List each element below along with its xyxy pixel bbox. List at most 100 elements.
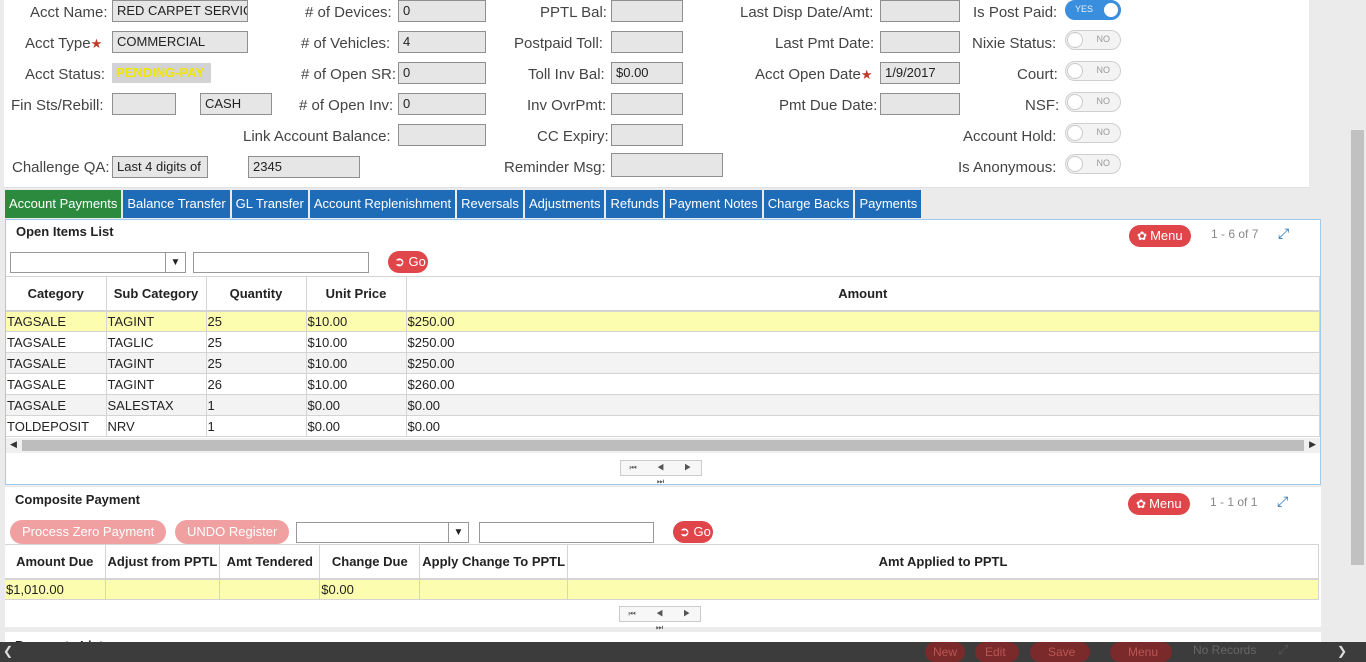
inv-ovrpmt-field[interactable] bbox=[611, 93, 683, 115]
column-header-category[interactable]: Category bbox=[6, 276, 107, 312]
is-anonymous-toggle[interactable]: NO bbox=[1065, 154, 1121, 174]
tab-balance-transfer[interactable]: Balance Transfer bbox=[123, 190, 230, 218]
cell-amt-applied-to-pptl bbox=[567, 578, 1319, 600]
nixie-status-toggle[interactable]: NO bbox=[1065, 30, 1121, 50]
tab-payment-notes[interactable]: Payment Notes bbox=[664, 190, 762, 218]
column-header-amount[interactable]: Amount bbox=[406, 276, 1320, 312]
scroll-left-icon[interactable]: ◀ bbox=[10, 439, 17, 450]
column-header-amt-tendered[interactable]: Amt Tendered bbox=[219, 544, 321, 580]
horizontal-scrollbar[interactable]: ◀ ▶ bbox=[6, 438, 1320, 453]
scrollbar-thumb[interactable] bbox=[1351, 130, 1364, 565]
composite-menu-button[interactable]: ✿ Menu bbox=[1128, 493, 1190, 515]
column-header-sub-category[interactable]: Sub Category bbox=[106, 276, 207, 312]
table-row[interactable]: TOLDEPOSIT NRV 1 $0.00 $0.00 bbox=[6, 415, 1320, 437]
process-zero-payment-button[interactable]: Process Zero Payment bbox=[10, 520, 167, 544]
challenge-answer-field[interactable]: 2345 bbox=[248, 156, 360, 178]
bottom-horizontal-scrollbar[interactable]: ❮ New Edit Save Menu No Records ⤢ ❯ bbox=[0, 642, 1366, 662]
table-row[interactable]: TAGSALE TAGINT 25 $10.00 $250.00 bbox=[6, 352, 1320, 374]
cell-category: TOLDEPOSIT bbox=[6, 415, 107, 437]
menu-label: Menu bbox=[1149, 496, 1182, 511]
open-items-filter-input[interactable] bbox=[193, 252, 369, 273]
postpaid-toll-field[interactable] bbox=[611, 31, 683, 53]
cell-unit-price: $0.00 bbox=[306, 394, 407, 416]
nsf-toggle[interactable]: NO bbox=[1065, 92, 1121, 112]
table-row[interactable]: TAGSALE TAGLIC 25 $10.00 $250.00 bbox=[6, 331, 1320, 353]
link-balance-field[interactable] bbox=[398, 124, 486, 146]
column-header-change-due[interactable]: Change Due bbox=[319, 544, 421, 580]
new-button[interactable]: New bbox=[925, 642, 965, 662]
open-items-menu-button[interactable]: ✿ Menu bbox=[1129, 225, 1191, 247]
tab-account-payments[interactable]: Account Payments bbox=[5, 190, 122, 218]
table-row[interactable]: $1,010.00 $0.00 bbox=[5, 578, 1319, 600]
rebill-field[interactable]: CASH bbox=[200, 93, 272, 115]
arrow-circle-icon: ➲ bbox=[679, 524, 690, 539]
scrollbar-thumb[interactable] bbox=[22, 440, 1304, 451]
court-label: Court: bbox=[1017, 66, 1058, 83]
edit-button[interactable]: Edit bbox=[975, 642, 1019, 662]
challenge-question-field[interactable]: Last 4 digits of bbox=[112, 156, 208, 178]
scroll-right-icon[interactable]: ▶ bbox=[1309, 439, 1316, 450]
tab-gl-transfer[interactable]: GL Transfer bbox=[231, 190, 308, 218]
pptl-bal-field[interactable] bbox=[611, 0, 683, 22]
tab-refunds[interactable]: Refunds bbox=[606, 190, 663, 218]
tab-payments[interactable]: Payments bbox=[855, 190, 922, 218]
last-pmt-field[interactable] bbox=[880, 31, 960, 53]
open-items-pager[interactable]: ⏮ ◀ ▶ ⏭ bbox=[620, 460, 702, 486]
toll-inv-bal-field[interactable]: $0.00 bbox=[611, 62, 683, 84]
table-row[interactable]: TAGSALE TAGINT 26 $10.00 $260.00 bbox=[6, 373, 1320, 395]
cell-apply-change-to-pptl[interactable] bbox=[419, 578, 569, 600]
payments-menu-button[interactable]: Menu bbox=[1110, 642, 1172, 662]
tab-reversals[interactable]: Reversals bbox=[457, 190, 523, 218]
expand-icon[interactable]: ⤢ bbox=[1278, 225, 1289, 242]
column-header-unit-price[interactable]: Unit Price bbox=[306, 276, 407, 312]
scroll-right-icon[interactable]: ❯ bbox=[1337, 644, 1347, 658]
tab-account-replenishment[interactable]: Account Replenishment bbox=[309, 190, 456, 218]
save-button[interactable]: Save bbox=[1030, 642, 1090, 662]
composite-filter-select[interactable]: ▼ bbox=[296, 522, 469, 543]
devices-field[interactable]: 0 bbox=[398, 0, 486, 22]
account-hold-toggle[interactable]: NO bbox=[1065, 123, 1121, 143]
toggle-text: YES bbox=[1075, 4, 1094, 14]
composite-filter-input[interactable] bbox=[479, 522, 654, 543]
composite-pager[interactable]: ⏮ ◀ ▶ ⏭ bbox=[619, 606, 701, 632]
open-sr-field[interactable]: 0 bbox=[398, 62, 486, 84]
open-items-filter-select[interactable]: ▼ bbox=[10, 252, 186, 273]
cell-change-due: $0.00 bbox=[319, 578, 421, 600]
column-header-quantity[interactable]: Quantity bbox=[206, 276, 307, 312]
open-inv-field[interactable]: 0 bbox=[398, 93, 486, 115]
vehicles-field[interactable]: 4 bbox=[398, 31, 486, 53]
is-post-paid-toggle[interactable]: YES bbox=[1065, 0, 1121, 20]
expand-icon[interactable]: ⤢ bbox=[1277, 493, 1288, 510]
tab-charge-backs[interactable]: Charge Backs bbox=[763, 190, 854, 218]
column-header-adjust-from-pptl[interactable]: Adjust from PPTL bbox=[105, 544, 221, 580]
fin-sts-field[interactable] bbox=[112, 93, 176, 115]
cell-amt-tendered[interactable] bbox=[219, 578, 321, 600]
composite-payment-title: Composite Payment bbox=[15, 492, 140, 507]
gear-icon: ✿ bbox=[1136, 497, 1147, 511]
pmt-due-date-field[interactable] bbox=[880, 93, 960, 115]
cell-unit-price: $10.00 bbox=[306, 352, 407, 374]
cc-expiry-field[interactable] bbox=[611, 124, 683, 146]
expand-icon[interactable]: ⤢ bbox=[1278, 642, 1288, 658]
vertical-scrollbar[interactable] bbox=[1349, 0, 1366, 642]
column-header-amt-applied-to-pptl[interactable]: Amt Applied to PPTL bbox=[567, 544, 1319, 580]
reminder-msg-textarea[interactable] bbox=[611, 153, 723, 177]
arrow-circle-icon: ➲ bbox=[394, 254, 405, 269]
acct-type-field[interactable]: COMMERCIAL bbox=[112, 31, 248, 53]
last-disp-field[interactable] bbox=[880, 0, 960, 22]
table-row[interactable]: TAGSALE SALESTAX 1 $0.00 $0.00 bbox=[6, 394, 1320, 416]
acct-open-date-field[interactable]: 1/9/2017 bbox=[880, 62, 960, 84]
cell-unit-price: $10.00 bbox=[306, 310, 407, 332]
go-label: Go bbox=[408, 254, 426, 269]
composite-go-button[interactable]: ➲ Go bbox=[673, 521, 713, 543]
court-toggle[interactable]: NO bbox=[1065, 61, 1121, 81]
acct-name-field[interactable]: RED CARPET SERVICE bbox=[112, 0, 248, 22]
table-row[interactable]: TAGSALE TAGINT 25 $10.00 $250.00 bbox=[6, 310, 1320, 332]
scroll-left-icon[interactable]: ❮ bbox=[3, 644, 13, 658]
tab-adjustments[interactable]: Adjustments bbox=[524, 190, 605, 218]
column-header-amount-due[interactable]: Amount Due bbox=[5, 544, 106, 580]
cell-adjust-from-pptl[interactable] bbox=[105, 578, 221, 600]
open-items-go-button[interactable]: ➲ Go bbox=[388, 251, 428, 273]
undo-register-button[interactable]: UNDO Register bbox=[175, 520, 290, 544]
column-header-apply-change-to-pptl[interactable]: Apply Change To PPTL bbox=[419, 544, 569, 580]
